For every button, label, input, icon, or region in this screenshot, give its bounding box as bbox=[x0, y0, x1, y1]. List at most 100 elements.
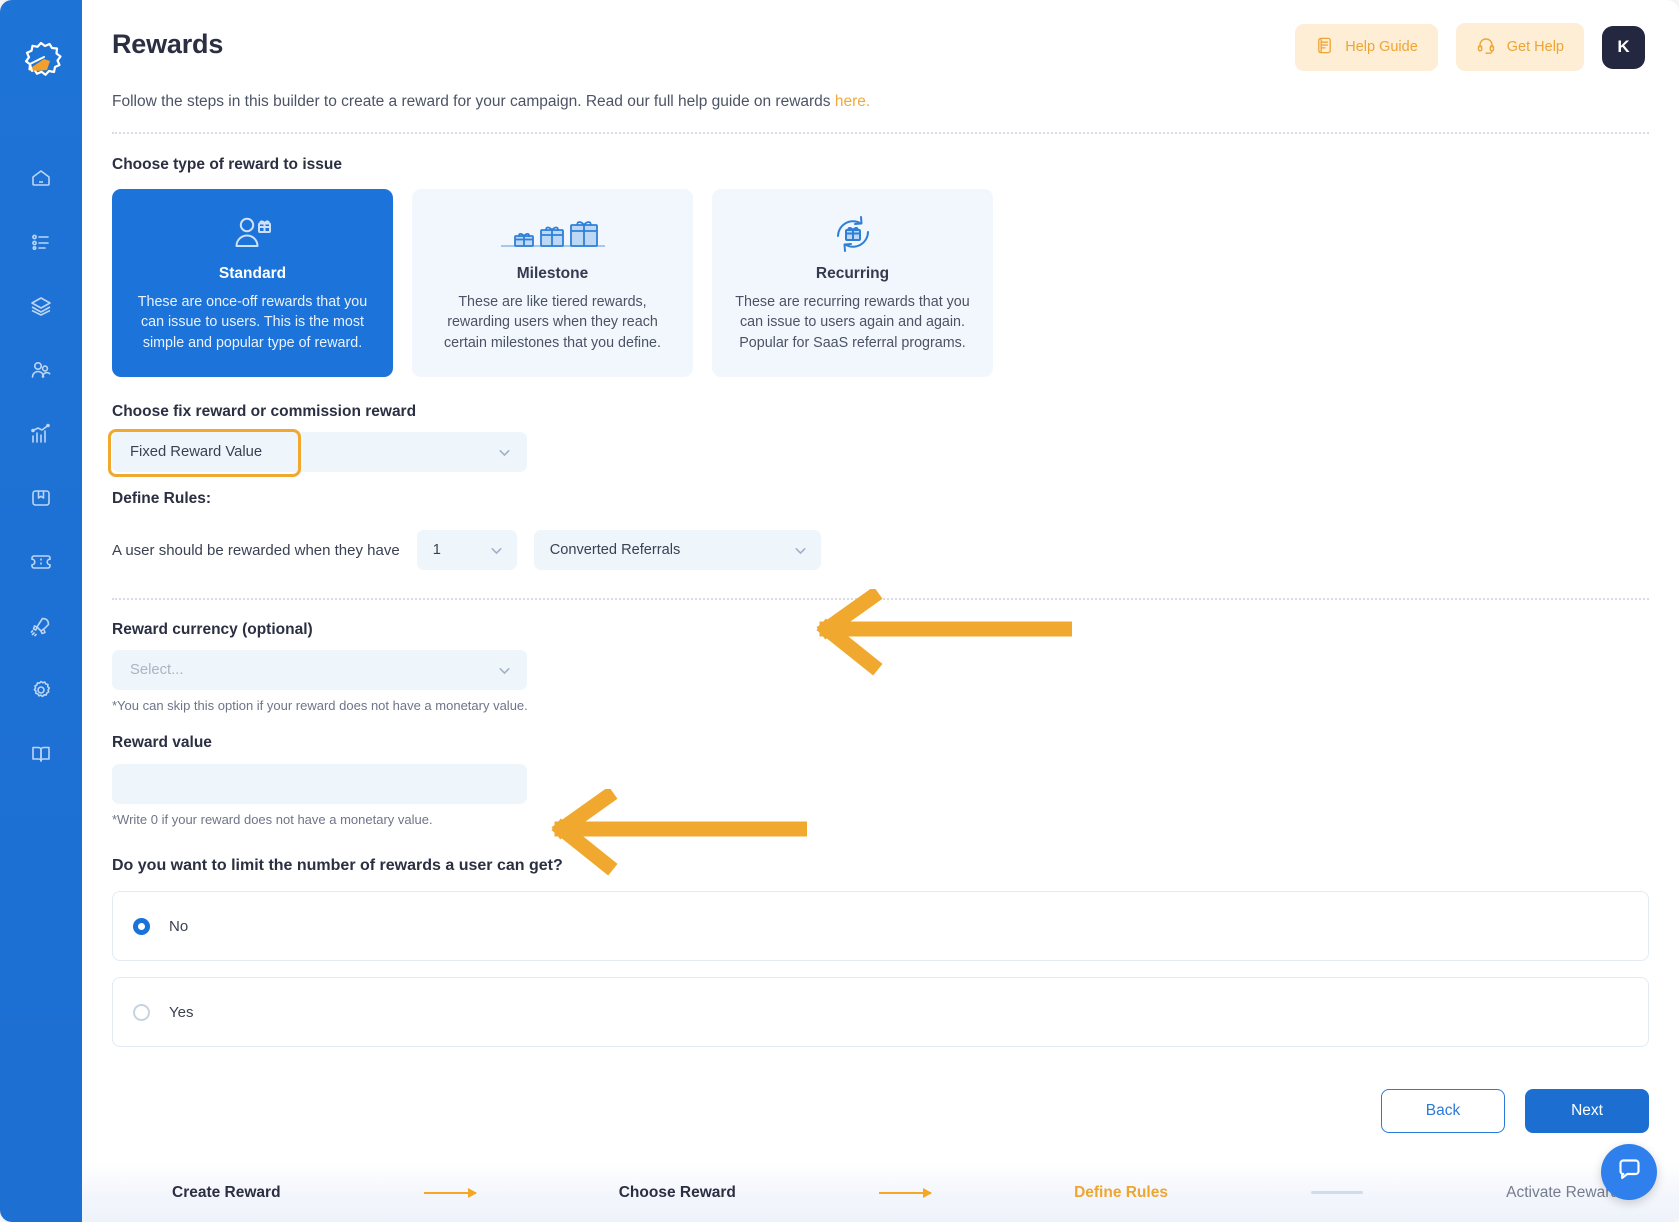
chevron-down-icon bbox=[496, 444, 513, 461]
reward-type-cards: Standard These are once-off rewards that… bbox=[112, 189, 1649, 378]
help-guide-button[interactable]: Help Guide bbox=[1295, 23, 1438, 71]
avatar[interactable]: K bbox=[1602, 25, 1645, 69]
back-button[interactable]: Back bbox=[1381, 1089, 1505, 1134]
limit-question-label: Do you want to limit the number of rewar… bbox=[112, 857, 563, 875]
document-icon bbox=[1315, 36, 1334, 59]
currency-label: Reward currency (optional) bbox=[112, 621, 313, 639]
intro-text: Follow the steps in this builder to crea… bbox=[82, 71, 1679, 111]
page-title: Rewards bbox=[112, 29, 224, 59]
archive-icon bbox=[29, 486, 53, 510]
step-define-rules[interactable]: Define Rules bbox=[1074, 1184, 1168, 1202]
stepper-footer: Create Reward Choose Reward Define Rules… bbox=[82, 1163, 1679, 1222]
currency-placeholder: Select... bbox=[130, 662, 184, 679]
step-activate-reward[interactable]: Activate Reward bbox=[1506, 1184, 1619, 1202]
get-help-label: Get Help bbox=[1506, 39, 1564, 55]
step-choose-reward[interactable]: Choose Reward bbox=[619, 1184, 736, 1202]
sidebar-item-archive[interactable] bbox=[19, 478, 63, 518]
rule-event-select[interactable]: Converted Referrals bbox=[533, 530, 821, 571]
limit-option-yes[interactable]: Yes bbox=[112, 977, 1649, 1048]
reward-type-title: Milestone bbox=[516, 265, 589, 282]
help-guide-link[interactable]: here. bbox=[835, 93, 870, 110]
reward-type-desc: These are recurring rewards that you can… bbox=[735, 294, 970, 351]
radio-icon-selected bbox=[133, 917, 150, 935]
arrow-right-icon bbox=[878, 1187, 932, 1198]
header-actions: Help Guide Get Help K bbox=[1295, 20, 1645, 71]
intro-text-main: Follow the steps in this builder to crea… bbox=[112, 93, 835, 110]
chevron-down-icon bbox=[792, 542, 809, 559]
home-icon bbox=[29, 166, 53, 190]
limit-option-label: Yes bbox=[169, 1003, 194, 1021]
currency-hint: *You can skip this option if your reward… bbox=[112, 698, 528, 714]
sidebar-item-rewards[interactable] bbox=[19, 542, 63, 582]
limit-option-no[interactable]: No bbox=[112, 891, 1649, 962]
gear-icon bbox=[29, 678, 53, 702]
sidebar-item-launch[interactable] bbox=[19, 606, 63, 646]
layers-icon bbox=[29, 294, 53, 318]
ticket-icon bbox=[29, 550, 53, 574]
reward-mode-group: Choose fix reward or commission reward F… bbox=[108, 403, 1649, 478]
users-icon bbox=[29, 358, 53, 382]
reward-type-card-recurring[interactable]: Recurring These are recurring rewards th… bbox=[712, 189, 993, 378]
radio-icon bbox=[133, 1003, 150, 1021]
progress-stepper: Create Reward Choose Reward Define Rules… bbox=[172, 1184, 1619, 1202]
sidebar-item-docs[interactable] bbox=[19, 734, 63, 774]
limit-option-label: No bbox=[169, 917, 189, 935]
analytics-icon bbox=[29, 422, 53, 446]
chevron-down-icon bbox=[496, 662, 513, 679]
reward-mode-select[interactable]: Fixed Reward Value bbox=[112, 432, 527, 473]
define-rules-label: Define Rules: bbox=[112, 490, 212, 508]
sidebar-item-settings[interactable] bbox=[19, 670, 63, 710]
chat-button[interactable] bbox=[1601, 1144, 1657, 1200]
rule-row: A user should be rewarded when they have… bbox=[112, 530, 1649, 571]
person-gift-icon bbox=[132, 211, 373, 257]
chat-icon bbox=[1616, 1156, 1643, 1188]
sidebar-item-analytics[interactable] bbox=[19, 414, 63, 454]
sidebar-item-campaigns[interactable] bbox=[19, 222, 63, 262]
gift-refresh-icon bbox=[732, 211, 973, 257]
form-navigation: Back Next bbox=[112, 1089, 1649, 1163]
step-create-reward[interactable]: Create Reward bbox=[172, 1184, 281, 1202]
sidebar-nav bbox=[0, 158, 82, 774]
megaphone-logo[interactable] bbox=[16, 38, 66, 88]
reward-value-label: Reward value bbox=[112, 734, 212, 752]
rule-count-value: 1 bbox=[432, 542, 441, 559]
arrow-right-icon bbox=[423, 1187, 477, 1198]
sidebar-item-users[interactable] bbox=[19, 350, 63, 390]
main-panel: Rewards Help Guide Get Help K Follow the… bbox=[82, 0, 1679, 1222]
builder-form: Choose type of reward to issue Standard bbox=[82, 134, 1679, 1163]
reward-mode-value: Fixed Reward Value bbox=[130, 444, 263, 461]
rule-event-value: Converted Referrals bbox=[549, 542, 681, 559]
reward-value-hint: *Write 0 if your reward does not have a … bbox=[112, 812, 433, 828]
reward-type-desc: These are once-off rewards that you can … bbox=[137, 294, 368, 351]
app-window: Rewards Help Guide Get Help K Follow the… bbox=[0, 0, 1679, 1222]
get-help-button[interactable]: Get Help bbox=[1455, 23, 1584, 71]
rule-sentence: A user should be rewarded when they have bbox=[112, 541, 400, 559]
page-header: Rewards Help Guide Get Help K bbox=[82, 0, 1679, 71]
sidebar-item-layers[interactable] bbox=[19, 286, 63, 326]
step-connector bbox=[281, 1187, 619, 1198]
reward-type-card-standard[interactable]: Standard These are once-off rewards that… bbox=[112, 189, 393, 378]
reward-type-label: Choose type of reward to issue bbox=[112, 156, 342, 173]
chevron-down-icon bbox=[488, 542, 505, 559]
headset-icon bbox=[1476, 35, 1496, 59]
rocket-icon bbox=[29, 614, 53, 638]
reward-type-title: Recurring bbox=[815, 265, 890, 282]
help-guide-label: Help Guide bbox=[1345, 39, 1418, 55]
line-icon bbox=[1311, 1191, 1364, 1195]
step-connector bbox=[1168, 1191, 1506, 1195]
reward-type-desc: These are like tiered rewards, rewarding… bbox=[444, 294, 661, 351]
three-gifts-icon bbox=[432, 211, 673, 257]
reward-value-input[interactable] bbox=[112, 764, 527, 805]
currency-select[interactable]: Select... bbox=[112, 650, 527, 691]
sidebar bbox=[0, 0, 82, 1222]
sidebar-item-home[interactable] bbox=[19, 158, 63, 198]
rules-divider bbox=[112, 598, 1649, 601]
rule-count-select[interactable]: 1 bbox=[416, 530, 517, 571]
reward-mode-label: Choose fix reward or commission reward bbox=[112, 403, 417, 421]
reward-type-title: Standard bbox=[218, 265, 287, 282]
step-connector bbox=[736, 1187, 1074, 1198]
list-icon bbox=[29, 230, 53, 254]
next-button[interactable]: Next bbox=[1525, 1089, 1649, 1134]
reward-type-card-milestone[interactable]: Milestone These are like tiered rewards,… bbox=[412, 189, 693, 378]
book-icon bbox=[29, 742, 53, 766]
